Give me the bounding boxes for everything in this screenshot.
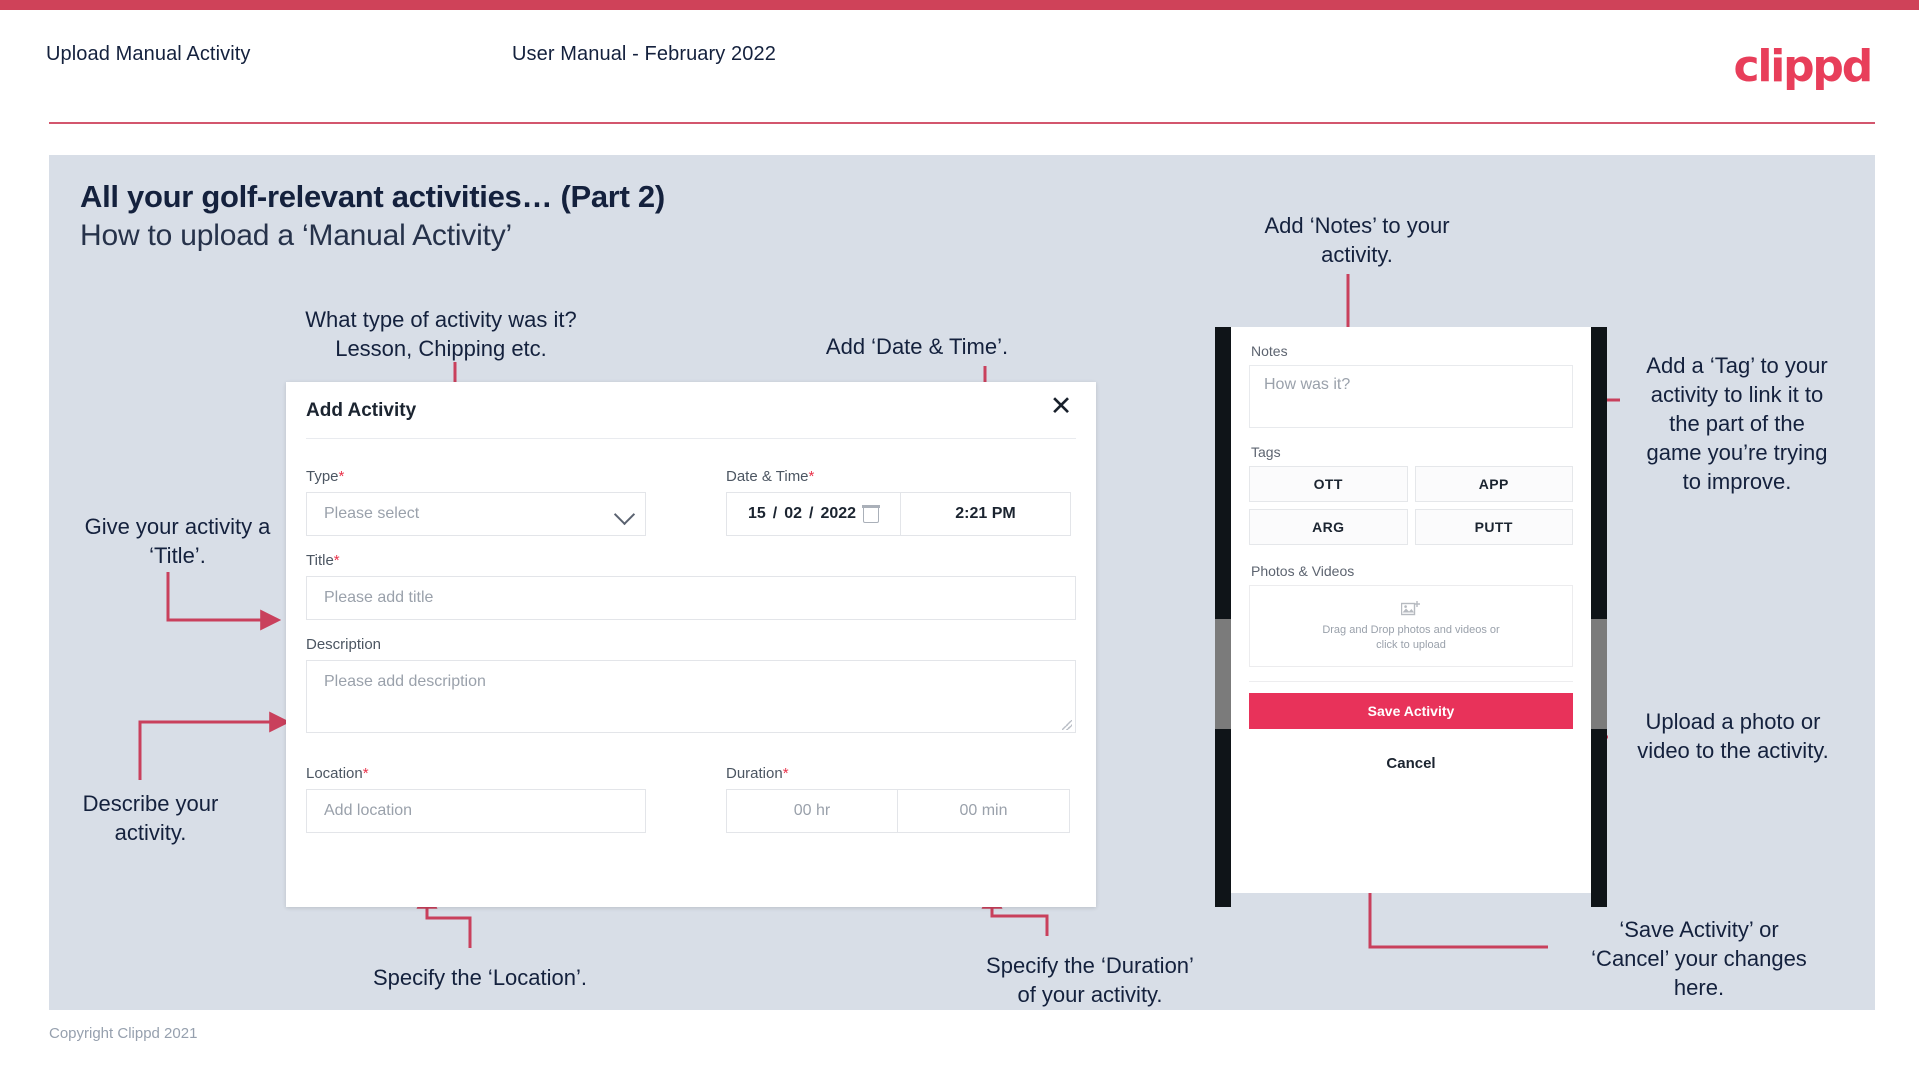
tags-grid: OTT APP ARG PUTT [1249, 466, 1573, 545]
annotation-save: ‘Save Activity’ or ‘Cancel’ your changes… [1591, 917, 1807, 1000]
photos-videos-label: Photos & Videos [1251, 563, 1355, 579]
dropzone-line-2: click to upload [1376, 638, 1446, 651]
type-select-wrap: Please select [306, 492, 646, 536]
location-input[interactable]: Add location [306, 789, 646, 833]
date-sep-1: / [772, 505, 778, 522]
type-field-group: Type* Please select [306, 468, 646, 536]
phone-bezel-notch-right [1591, 619, 1607, 729]
date-year: 2022 [820, 505, 857, 522]
slide-page: Upload Manual Activity User Manual - Feb… [0, 0, 1919, 1079]
date-sep-2: / [809, 505, 814, 522]
duration-field-group: Duration* 00 hr 00 min [726, 765, 1071, 833]
copyright-text: Copyright Clippd 2021 [49, 1025, 198, 1042]
time-input[interactable]: 2:21 PM [901, 492, 1071, 536]
required-marker: * [338, 468, 345, 485]
dialog-row-type-datetime: Type* Please select Date & Time* 15 / 02… [306, 468, 1071, 536]
phone-bezel-notch-left [1215, 619, 1231, 729]
annotation-description: Describe your activity. [82, 791, 219, 845]
dialog-title: Add Activity [306, 400, 417, 421]
dropzone-text: Drag and Drop photos and videos or click… [1322, 623, 1499, 653]
phone-bezel-left [1215, 327, 1231, 907]
tag-button-app[interactable]: APP [1414, 466, 1573, 502]
type-label: Type* [306, 468, 345, 485]
required-marker: * [362, 765, 369, 782]
dialog-divider [306, 438, 1076, 439]
page-title: All your golf-relevant activities… (Part… [80, 179, 665, 214]
description-field-group: Description Please add description [306, 636, 1076, 733]
tags-label: Tags [1251, 444, 1281, 460]
dialog-row-location-duration: Location* Add location Duration* 00 hr 0… [306, 765, 1071, 833]
phone-bezel-right [1591, 327, 1607, 907]
annotation-photos: Upload a photo or video to the activity. [1637, 709, 1829, 763]
tag-button-arg[interactable]: ARG [1249, 509, 1408, 545]
datetime-label: Date & Time* [726, 468, 815, 485]
annotation-duration: Specify the ‘Duration’ of your activity. [986, 953, 1194, 1007]
date-month: 02 [784, 505, 802, 522]
duration-hours-input[interactable]: 00 hr [726, 789, 898, 833]
add-image-icon [1401, 600, 1420, 615]
duration-minutes-input[interactable]: 00 min [898, 789, 1070, 833]
phone-mockup: Notes How was it? Tags OTT APP ARG PUTT … [1215, 327, 1607, 907]
notes-label: Notes [1251, 343, 1288, 359]
required-marker: * [782, 765, 789, 782]
type-select[interactable]: Please select [306, 492, 646, 536]
annotation-location: Specify the ‘Location’. [372, 965, 588, 990]
page-subtitle: How to upload a ‘Manual Activity’ [80, 219, 512, 252]
location-label: Location* [306, 765, 369, 782]
resize-grip-icon[interactable] [1062, 720, 1072, 730]
date-day: 15 [747, 505, 766, 522]
description-placeholder: Please add description [324, 673, 486, 690]
date-input[interactable]: 15 / 02 / 2022 [726, 492, 901, 536]
datetime-field-group: Date & Time* 15 / 02 / 2022 2:21 PM [726, 468, 1071, 536]
save-activity-button[interactable]: Save Activity [1249, 693, 1573, 729]
location-field-group: Location* Add location [306, 765, 646, 833]
required-marker: * [333, 552, 340, 569]
close-icon[interactable]: ✕ [1046, 392, 1076, 422]
clippd-logo: clippd [1733, 41, 1873, 92]
tag-button-ott[interactable]: OTT [1249, 466, 1408, 502]
header-subtitle: User Manual - February 2022 [512, 43, 776, 65]
dialog-header: Add Activity ✕ [286, 382, 1096, 437]
title-label: Title* [306, 552, 340, 569]
notes-textarea[interactable]: How was it? [1249, 365, 1573, 428]
tag-button-putt[interactable]: PUTT [1414, 509, 1573, 545]
photo-dropzone[interactable]: Drag and Drop photos and videos or click… [1249, 585, 1573, 667]
duration-label: Duration* [726, 765, 789, 782]
top-accent-bar [0, 0, 1919, 10]
calendar-icon[interactable] [862, 504, 880, 523]
cancel-button[interactable]: Cancel [1249, 755, 1573, 772]
phone-divider [1249, 681, 1573, 682]
annotation-title: Give your activity a ‘Title’. [84, 514, 271, 568]
duration-inputs: 00 hr 00 min [726, 789, 1071, 833]
description-label: Description [306, 636, 382, 653]
header-divider [49, 122, 1875, 124]
dropzone-line-1: Drag and Drop photos and videos or [1322, 623, 1500, 636]
datetime-inputs: 15 / 02 / 2022 2:21 PM [726, 492, 1071, 536]
annotation-datetime: Add ‘Date & Time’. [825, 334, 1009, 359]
header-title: Upload Manual Activity [46, 43, 251, 65]
title-input[interactable]: Please add title [306, 576, 1076, 620]
description-textarea[interactable]: Please add description [306, 660, 1076, 733]
annotation-tags: Add a ‘Tag’ to your activity to link it … [1646, 353, 1828, 494]
required-marker: * [808, 468, 815, 485]
title-field-group: Title* Please add title [306, 552, 1076, 620]
annotation-notes: Add ‘Notes’ to your activity. [1264, 213, 1450, 267]
annotation-type: What type of activity was it? Lesson, Ch… [305, 307, 577, 361]
add-activity-dialog: Add Activity ✕ Type* Please select Date … [286, 382, 1096, 907]
phone-screen: Notes How was it? Tags OTT APP ARG PUTT … [1231, 327, 1591, 893]
